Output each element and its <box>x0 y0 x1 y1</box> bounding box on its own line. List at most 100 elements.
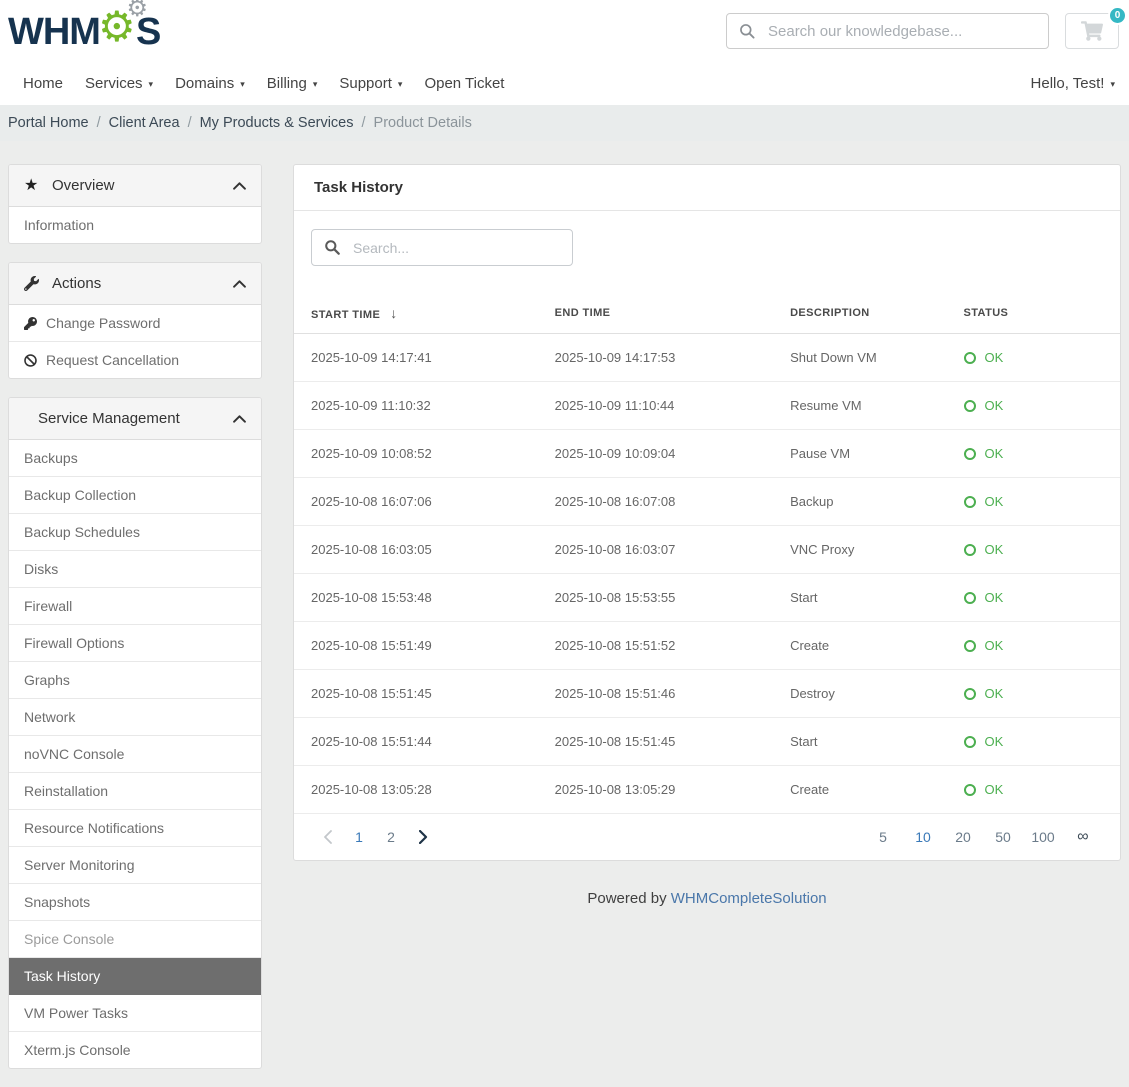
cell-start: 2025-10-08 15:53:48 <box>294 574 538 622</box>
sidebar-item-disks[interactable]: Disks <box>9 551 261 588</box>
previous-page-button[interactable] <box>311 821 343 853</box>
sidebar-item-label: Information <box>24 216 94 234</box>
column-header-description[interactable]: DESCRIPTION <box>773 293 946 334</box>
column-header-label: STATUS <box>964 307 1009 319</box>
sidebar-item-backup-collection[interactable]: Backup Collection <box>9 477 261 514</box>
nav-item-billing[interactable]: Billing▾ <box>267 75 318 92</box>
status-ok-icon <box>964 688 976 700</box>
status-label: OK <box>985 734 1004 749</box>
sidebar-item-label: Firewall <box>24 597 72 615</box>
pagination-pages: 12 <box>311 821 439 853</box>
column-header-start-time[interactable]: START TIME↓ <box>294 293 538 334</box>
page-button-1[interactable]: 1 <box>343 821 375 853</box>
sidebar-item-server-monitoring[interactable]: Server Monitoring <box>9 847 261 884</box>
sidebar-panel-header-actions[interactable]: Actions <box>9 263 261 305</box>
user-menu[interactable]: Hello, Test! ▾ <box>1031 75 1115 92</box>
sidebar-item-label: Spice Console <box>24 930 114 948</box>
cell-status: OK <box>947 334 1120 382</box>
main-column: Task History START TIME↓END TIMEDESCRIPT… <box>293 164 1121 927</box>
sidebar-item-label: Request Cancellation <box>46 351 179 369</box>
breadcrumb-item-portal-home[interactable]: Portal Home <box>8 115 89 131</box>
sidebar-item-label: Snapshots <box>24 893 90 911</box>
sidebar-item-firewall-options[interactable]: Firewall Options <box>9 625 261 662</box>
logo-text-whm: WHM <box>8 10 100 54</box>
breadcrumb-item-client-area[interactable]: Client Area <box>109 115 180 131</box>
cell-end: 2025-10-09 14:17:53 <box>538 334 773 382</box>
cell-status: OK <box>947 526 1120 574</box>
top-header: WHM ⚙ ⚙ S 0 <box>0 0 1129 62</box>
sidebar-item-task-history[interactable]: Task History <box>9 958 261 995</box>
status-ok-icon <box>964 352 976 364</box>
sidebar-item-label: Disks <box>24 560 58 578</box>
status-ok-icon <box>964 640 976 652</box>
status-label: OK <box>985 446 1004 461</box>
cell-status: OK <box>947 718 1120 766</box>
breadcrumb-separator: / <box>188 115 192 131</box>
nav-item-home[interactable]: Home <box>23 75 63 92</box>
knowledgebase-search-input[interactable] <box>768 23 1036 40</box>
whmcs-footer-link[interactable]: WHMCompleteSolution <box>671 890 827 907</box>
sidebar-panel-title: Overview <box>48 177 233 194</box>
sidebar-item-backup-schedules[interactable]: Backup Schedules <box>9 514 261 551</box>
nav-item-domains[interactable]: Domains▾ <box>175 75 245 92</box>
sidebar-panel-header-service-management[interactable]: Service Management <box>9 398 261 440</box>
sidebar-item-novnc-console[interactable]: noVNC Console <box>9 736 261 773</box>
powered-by-text: Powered by <box>587 890 666 907</box>
sidebar-item-information[interactable]: Information <box>9 207 261 243</box>
page-button-2[interactable]: 2 <box>375 821 407 853</box>
sidebar-item-spice-console[interactable]: Spice Console <box>9 921 261 958</box>
table-row: 2025-10-08 16:03:052025-10-08 16:03:07VN… <box>294 526 1120 574</box>
page-size-100-button[interactable]: 100 <box>1023 821 1063 853</box>
page-size-10-button[interactable]: 10 <box>903 821 943 853</box>
sidebar-panel-header-overview[interactable]: ★Overview <box>9 165 261 207</box>
next-page-button[interactable] <box>407 821 439 853</box>
task-history-table: START TIME↓END TIMEDESCRIPTION STATUS 202… <box>294 293 1120 814</box>
knowledgebase-search <box>726 13 1049 49</box>
sidebar-item-resource-notifications[interactable]: Resource Notifications <box>9 810 261 847</box>
sidebar-item-reinstallation[interactable]: Reinstallation <box>9 773 261 810</box>
sidebar-item-change-password[interactable]: Change Password <box>9 305 261 342</box>
page-size-5-button[interactable]: 5 <box>863 821 903 853</box>
nav-item-label: Open Ticket <box>424 75 504 92</box>
status-label: OK <box>985 590 1004 605</box>
table-row: 2025-10-08 16:07:062025-10-08 16:07:08Ba… <box>294 478 1120 526</box>
column-header-status[interactable]: STATUS <box>947 293 1120 334</box>
table-toolbar <box>294 211 1120 266</box>
sidebar-item-snapshots[interactable]: Snapshots <box>9 884 261 921</box>
pagination-page-sizes: 5102050100∞ <box>863 821 1103 853</box>
status-label: OK <box>985 542 1004 557</box>
sidebar-item-request-cancellation[interactable]: Request Cancellation <box>9 342 261 378</box>
column-header-end-time[interactable]: END TIME <box>538 293 773 334</box>
cell-description: Backup <box>773 478 946 526</box>
table-row: 2025-10-09 10:08:522025-10-09 10:09:04Pa… <box>294 430 1120 478</box>
sidebar-item-backups[interactable]: Backups <box>9 440 261 477</box>
pagination: 12 5102050100∞ <box>294 814 1120 860</box>
table-search-input[interactable] <box>353 240 560 256</box>
nav-item-label: Billing <box>267 75 307 92</box>
page-size-20-button[interactable]: 20 <box>943 821 983 853</box>
page-size-infinity-button[interactable]: ∞ <box>1063 821 1103 853</box>
whmcs-logo[interactable]: WHM ⚙ ⚙ S <box>8 8 160 54</box>
sidebar-panel-overview: ★Overview Information <box>8 164 262 244</box>
star-icon: ★ <box>24 178 48 194</box>
nav-item-support[interactable]: Support▾ <box>339 75 402 92</box>
table-row: 2025-10-08 15:51:452025-10-08 15:51:46De… <box>294 670 1120 718</box>
cell-end: 2025-10-09 10:09:04 <box>538 430 773 478</box>
table-row: 2025-10-08 15:51:492025-10-08 15:51:52Cr… <box>294 622 1120 670</box>
nav-item-open-ticket[interactable]: Open Ticket <box>424 75 504 92</box>
nav-item-services[interactable]: Services▾ <box>85 75 153 92</box>
sidebar-item-network[interactable]: Network <box>9 699 261 736</box>
sidebar-item-label: Backup Schedules <box>24 523 140 541</box>
gear-icon: ⚙ ⚙ <box>100 8 144 54</box>
cell-end: 2025-10-09 11:10:44 <box>538 382 773 430</box>
cell-status: OK <box>947 382 1120 430</box>
cart-button[interactable]: 0 <box>1065 13 1119 49</box>
sidebar-item-vm-power-tasks[interactable]: VM Power Tasks <box>9 995 261 1032</box>
breadcrumb-item-my-products-services[interactable]: My Products & Services <box>200 115 354 131</box>
status-badge: OK <box>964 782 1110 797</box>
sidebar-item-graphs[interactable]: Graphs <box>9 662 261 699</box>
sidebar-item-label: VM Power Tasks <box>24 1004 128 1022</box>
page-size-50-button[interactable]: 50 <box>983 821 1023 853</box>
sidebar-item-xterm-js-console[interactable]: Xterm.js Console <box>9 1032 261 1068</box>
sidebar-item-firewall[interactable]: Firewall <box>9 588 261 625</box>
